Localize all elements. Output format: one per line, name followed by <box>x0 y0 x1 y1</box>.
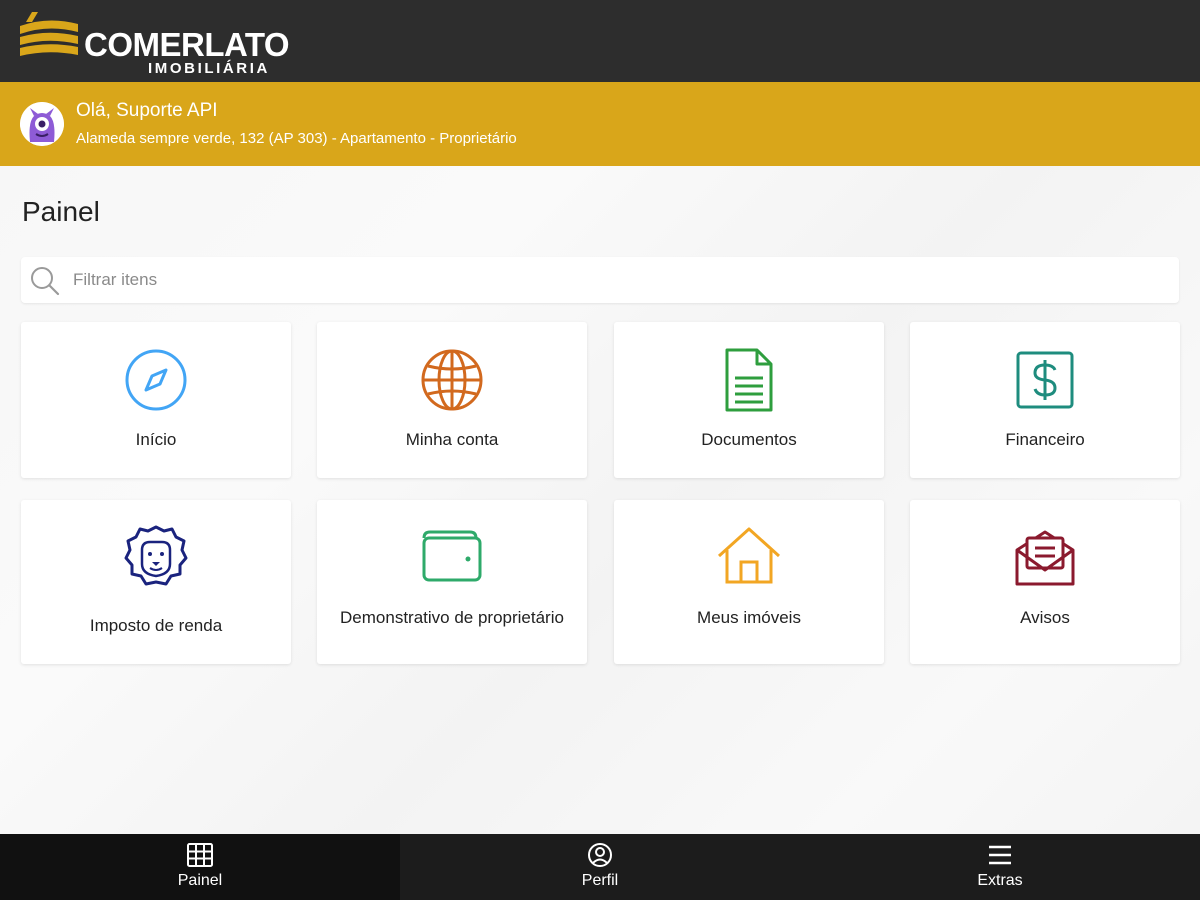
nav-label: Perfil <box>581 872 619 889</box>
brand-name: COMERLATO <box>84 26 290 63</box>
page-title: Painel <box>22 196 100 227</box>
app-header: COMERLATO IMOBILIÁRIA <box>0 0 1200 82</box>
nav-label: Extras <box>977 872 1023 889</box>
compass-icon <box>125 349 187 411</box>
house-icon <box>717 527 781 584</box>
card-label: Documentos <box>701 430 797 449</box>
grid-icon <box>187 843 213 867</box>
nav-label: Painel <box>177 872 223 889</box>
property-address: Alameda sempre verde, 132 (AP 303) - Apa… <box>76 130 517 147</box>
nav-item-extras[interactable]: Extras <box>800 834 1200 900</box>
menu-icon <box>989 845 1011 865</box>
lion-icon <box>124 525 188 586</box>
greeting-title: Olá, Suporte API <box>76 100 218 121</box>
user-circle-icon <box>588 843 612 867</box>
globe-icon <box>421 349 483 411</box>
document-icon <box>725 348 773 412</box>
card-label: Financeiro <box>1005 430 1085 449</box>
card-demonstrativo-de-proprietario[interactable]: Demonstrativo de proprietário <box>317 500 587 664</box>
card-avisos[interactable]: Avisos <box>910 500 1180 664</box>
nav-item-painel[interactable]: Painel <box>0 834 400 900</box>
dollar-icon <box>1016 351 1074 409</box>
nav-item-perfil[interactable]: Perfil <box>400 834 800 900</box>
card-inicio[interactable]: Início <box>21 322 291 478</box>
card-label: Minha conta <box>405 430 499 449</box>
logo-mark-icon <box>20 12 78 56</box>
avatar[interactable] <box>20 102 64 146</box>
card-documentos[interactable]: Documentos <box>614 322 884 478</box>
brand-logo[interactable]: COMERLATO IMOBILIÁRIA <box>18 6 290 78</box>
brand-subtitle: IMOBILIÁRIA <box>148 60 270 77</box>
card-minha-conta[interactable]: Minha conta <box>317 322 587 478</box>
bottom-navigation: Painel Perfil Extras <box>0 834 1200 900</box>
main-content: Painel Início Minha conta <box>0 166 1200 834</box>
card-imposto-de-renda[interactable]: Imposto de renda <box>21 500 291 664</box>
card-label: Meus imóveis <box>697 608 801 627</box>
user-greeting-bar: Olá, Suporte API Alameda sempre verde, 1… <box>0 82 1200 166</box>
search-box[interactable] <box>21 257 1179 303</box>
search-icon <box>31 267 60 296</box>
card-label: Avisos <box>1020 608 1070 627</box>
card-label: Demonstrativo de proprietário <box>340 608 564 627</box>
card-meus-imoveis[interactable]: Meus imóveis <box>614 500 884 664</box>
card-financeiro[interactable]: Financeiro <box>910 322 1180 478</box>
wallet-icon <box>422 530 482 582</box>
card-label: Imposto de renda <box>89 616 223 635</box>
search-input[interactable] <box>73 257 1163 303</box>
avatar-monster-icon <box>20 102 64 146</box>
mail-icon <box>1015 530 1075 586</box>
card-label: Início <box>135 430 177 449</box>
